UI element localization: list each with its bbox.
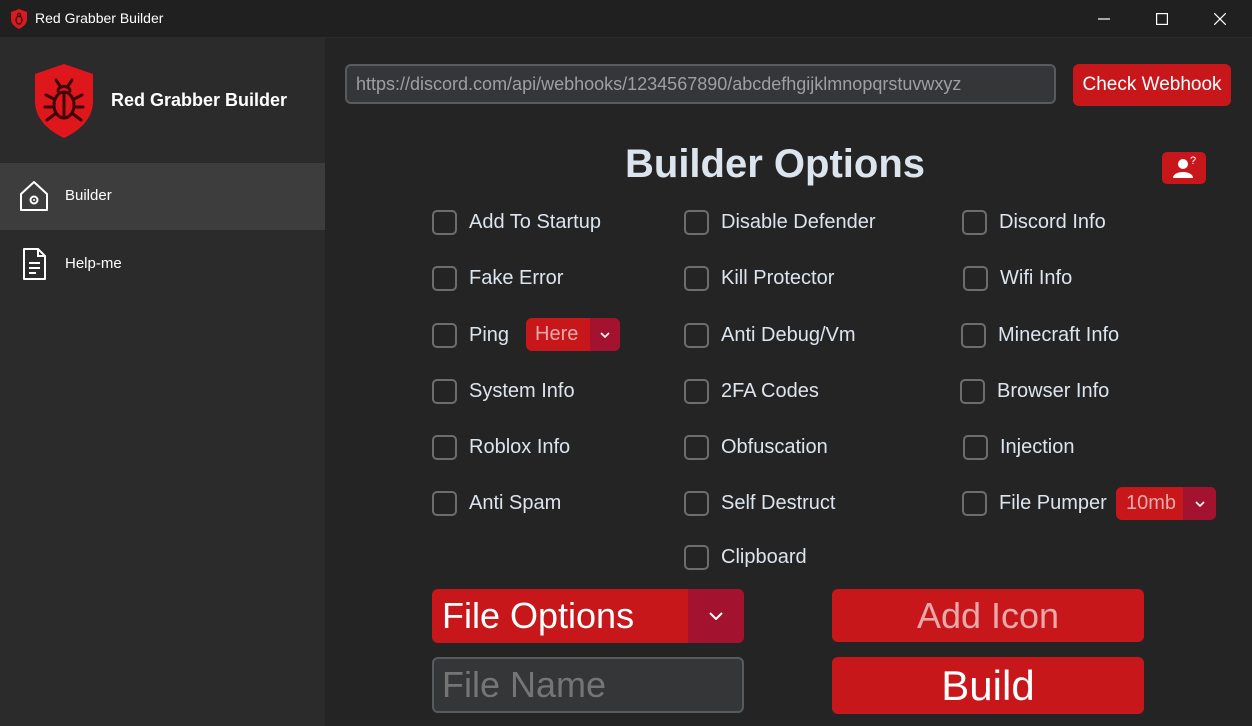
checkbox[interactable] — [684, 490, 709, 516]
title-bar: Red Grabber Builder — [0, 0, 1252, 38]
checkbox[interactable] — [432, 209, 457, 235]
option-browser-info[interactable]: Browser Info — [960, 376, 1109, 406]
file-pumper-dropdown-value: 10mb — [1126, 492, 1177, 514]
ping-dropdown[interactable]: Here — [526, 318, 620, 351]
checkbox[interactable] — [684, 378, 709, 404]
option-label: 2FA Codes — [721, 379, 819, 402]
option-minecraft-info[interactable]: Minecraft Info — [961, 320, 1119, 350]
checkbox[interactable] — [684, 544, 709, 570]
option-fake-error[interactable]: Fake Error — [432, 263, 563, 293]
option-label: Add To Startup — [469, 210, 601, 233]
sidebar: Red Grabber Builder Builder Help-me — [0, 38, 325, 726]
file-options-dropdown[interactable]: File Options — [432, 589, 744, 643]
close-button[interactable] — [1191, 0, 1249, 38]
option-label: System Info — [469, 379, 575, 402]
option-label: Disable Defender — [721, 210, 876, 233]
checkbox[interactable] — [684, 322, 709, 348]
shield-bug-icon — [11, 9, 27, 29]
add-icon-button[interactable]: Add Icon — [832, 589, 1144, 642]
check-webhook-button[interactable]: Check Webhook — [1073, 64, 1231, 106]
checkbox[interactable] — [432, 378, 457, 404]
shield-bug-icon — [35, 64, 93, 138]
checkbox[interactable] — [962, 209, 987, 235]
checkbox[interactable] — [963, 265, 988, 291]
option-label: Anti Spam — [469, 491, 562, 514]
option-label: Discord Info — [999, 210, 1106, 233]
file-options-value: File Options — [442, 595, 635, 636]
option-ping[interactable]: Ping — [432, 320, 509, 350]
checkbox[interactable] — [961, 322, 986, 348]
checkbox[interactable] — [684, 209, 709, 235]
option-2fa-codes[interactable]: 2FA Codes — [684, 376, 819, 406]
option-obfuscation[interactable]: Obfuscation — [684, 432, 828, 462]
checkbox[interactable] — [432, 265, 457, 291]
document-icon — [23, 248, 46, 280]
chevron-down-icon — [688, 589, 744, 643]
sidebar-item-builder[interactable]: Builder — [0, 163, 325, 230]
option-label: Injection — [1000, 435, 1075, 458]
maximize-icon — [1156, 13, 1168, 25]
checkbox[interactable] — [432, 490, 457, 516]
maximize-button[interactable] — [1133, 0, 1191, 38]
ping-dropdown-value: Here — [535, 323, 579, 345]
checkbox[interactable] — [962, 490, 987, 516]
chevron-down-icon — [1183, 487, 1216, 520]
option-label: Browser Info — [997, 379, 1110, 402]
option-injection[interactable]: Injection — [963, 432, 1075, 462]
option-label: Wifi Info — [1000, 266, 1073, 289]
checkbox[interactable] — [963, 434, 988, 460]
window-title: Red Grabber Builder — [35, 10, 164, 26]
build-button[interactable]: Build — [832, 657, 1144, 714]
sidebar-item-help-me[interactable]: Help-me — [0, 231, 325, 298]
svg-text:?: ? — [1190, 155, 1196, 167]
sidebar-item-label: Help-me — [65, 255, 122, 272]
option-label: Obfuscation — [721, 435, 828, 458]
option-label: Self Destruct — [721, 491, 836, 514]
option-file-pumper[interactable]: File Pumper — [962, 488, 1107, 518]
option-label: Fake Error — [469, 266, 564, 289]
checkbox[interactable] — [684, 265, 709, 291]
option-clipboard[interactable]: Clipboard — [684, 542, 807, 572]
option-kill-protector[interactable]: Kill Protector — [684, 263, 834, 293]
checkbox[interactable] — [960, 378, 985, 404]
file-pumper-dropdown[interactable]: 10mb — [1116, 487, 1216, 520]
option-system-info[interactable]: System Info — [432, 376, 575, 406]
webhook-url-input[interactable] — [345, 64, 1056, 104]
option-self-destruct[interactable]: Self Destruct — [684, 488, 835, 518]
file-name-input[interactable] — [432, 657, 744, 713]
option-label: Kill Protector — [721, 266, 835, 289]
brand-title: Red Grabber Builder — [111, 90, 288, 110]
option-label: Anti Debug/Vm — [721, 323, 856, 346]
home-gear-icon — [20, 181, 48, 211]
option-label: Clipboard — [721, 545, 807, 568]
option-label: Ping — [469, 323, 510, 346]
close-icon — [1214, 13, 1226, 25]
page-title: Builder Options — [625, 142, 925, 186]
option-label: Minecraft Info — [998, 323, 1120, 346]
option-label: File Pumper — [999, 491, 1107, 514]
minimize-icon — [1098, 18, 1110, 20]
sidebar-item-label: Builder — [65, 187, 112, 204]
checkbox[interactable] — [432, 434, 457, 460]
option-wifi-info[interactable]: Wifi Info — [963, 263, 1072, 293]
option-discord-info[interactable]: Discord Info — [962, 207, 1106, 237]
option-disable-defender[interactable]: Disable Defender — [684, 207, 876, 237]
checkbox[interactable] — [684, 434, 709, 460]
option-label: Roblox Info — [469, 435, 571, 458]
minimize-button[interactable] — [1075, 0, 1133, 38]
option-roblox-info[interactable]: Roblox Info — [432, 432, 570, 462]
option-anti-debug-vm[interactable]: Anti Debug/Vm — [684, 320, 856, 350]
checkbox[interactable] — [432, 322, 457, 348]
option-anti-spam[interactable]: Anti Spam — [432, 488, 561, 518]
help-button[interactable]: ? — [1162, 152, 1206, 184]
chevron-down-icon — [590, 318, 620, 351]
option-add-to-startup[interactable]: Add To Startup — [432, 207, 601, 237]
user-question-icon: ? — [1173, 155, 1196, 178]
